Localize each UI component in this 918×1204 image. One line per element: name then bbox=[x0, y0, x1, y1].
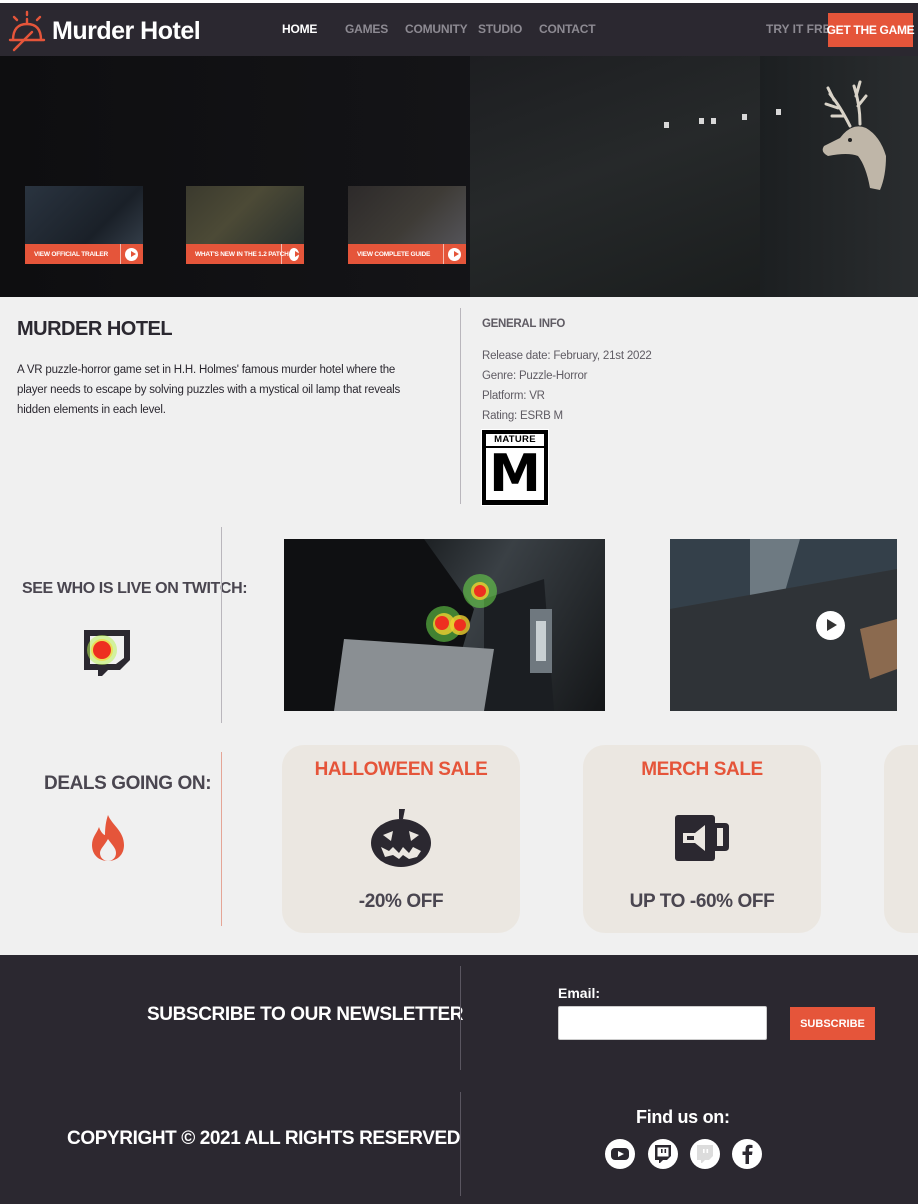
deal-discount: UP TO -60% OFF bbox=[629, 891, 775, 912]
top-navbar: Murder Hotel HOME GAMES COMUNITY STUDIO … bbox=[0, 0, 918, 56]
twitch-divider bbox=[221, 527, 222, 723]
get-the-game-button[interactable]: GET THE GAME bbox=[827, 13, 915, 47]
newsletter-title: SUBSCRIBE TO OUR NEWSLETTER bbox=[147, 1004, 464, 1025]
email-label: Email: bbox=[558, 985, 601, 1001]
mug-icon bbox=[675, 815, 729, 861]
game-title: MURDER HOTEL bbox=[17, 318, 173, 340]
esrb-letter: M bbox=[486, 448, 544, 500]
fire-icon bbox=[92, 815, 124, 861]
release-date: Release date: February, 21st 2022 bbox=[482, 350, 652, 362]
guide-bar: VIEW COMPLETE GUIDE bbox=[348, 244, 466, 264]
stream-preview[interactable] bbox=[670, 539, 897, 711]
platform: Platform: VR bbox=[482, 390, 545, 402]
play-icon[interactable] bbox=[125, 247, 138, 261]
divider bbox=[281, 244, 282, 264]
play-icon[interactable] bbox=[448, 247, 461, 261]
logo[interactable]: Murder Hotel bbox=[8, 9, 201, 53]
footer-divider bbox=[460, 1092, 461, 1196]
guide-label: VIEW COMPLETE GUIDE bbox=[357, 250, 431, 258]
trailer-bar: VIEW OFFICIAL TRAILER bbox=[25, 244, 143, 264]
patch-bar: WHAT'S NEW IN THE 1.2 PATCH bbox=[186, 244, 304, 264]
live-stream-preview[interactable] bbox=[284, 539, 605, 711]
subscribe-button[interactable]: SUBSCRIBE bbox=[790, 1007, 875, 1040]
genre: Genre: Puzzle-Horror bbox=[482, 370, 588, 382]
stream-scene-image bbox=[284, 539, 554, 711]
divider bbox=[120, 244, 121, 264]
ceiling-light bbox=[742, 114, 747, 120]
deal-title: MERCH SALE bbox=[641, 759, 763, 780]
game-description: A VR puzzle-horror game set in H.H. Holm… bbox=[17, 364, 401, 416]
copyright: COPYRIGHT © 2021 ALL RIGHTS RESERVED bbox=[67, 1128, 461, 1149]
twitch-icon[interactable] bbox=[690, 1139, 720, 1169]
general-info-title: GENERAL INFO bbox=[482, 318, 566, 330]
deals-section-label: DEALS GOING ON: bbox=[44, 773, 212, 794]
deer-trophy-image bbox=[822, 80, 886, 190]
twitch-icon[interactable] bbox=[648, 1139, 678, 1169]
hero-banner: VIEW OFFICIAL TRAILER WHAT'S NEW IN THE … bbox=[0, 56, 918, 297]
divider bbox=[443, 244, 444, 264]
play-icon[interactable] bbox=[816, 611, 845, 640]
deal-discount: -20% OFF bbox=[358, 891, 444, 912]
halloween-sale-card[interactable]: HALLOWEEN SALE -20% OFF bbox=[282, 745, 520, 933]
logo-text: Murder Hotel bbox=[52, 16, 201, 45]
youtube-icon[interactable] bbox=[605, 1139, 635, 1169]
ceiling-light bbox=[711, 118, 716, 124]
hotel-bell-logo-icon bbox=[8, 10, 46, 52]
play-icon[interactable] bbox=[288, 247, 301, 261]
merch-sale-card[interactable]: MERCH SALE UP TO -60% OFF bbox=[583, 745, 821, 933]
footer bbox=[0, 955, 918, 1204]
nav-home[interactable]: HOME bbox=[282, 22, 317, 36]
twitch-section-label: SEE WHO IS LIVE ON TWITCH: bbox=[22, 580, 248, 597]
rating: Rating: ESRB M bbox=[482, 410, 563, 422]
esrb-mature-badge: MATURE M bbox=[481, 429, 549, 506]
ceiling-light bbox=[699, 118, 704, 124]
info-divider bbox=[460, 308, 461, 504]
guide-thumbnail[interactable]: VIEW COMPLETE GUIDE bbox=[348, 186, 466, 264]
deal-card-partial[interactable] bbox=[884, 745, 918, 933]
nav-contact[interactable]: CONTACT bbox=[539, 22, 596, 36]
deal-title: HALLOWEEN SALE bbox=[314, 759, 488, 780]
find-us-title: Find us on: bbox=[636, 1107, 730, 1127]
deals-divider bbox=[221, 752, 222, 926]
ceiling-light bbox=[664, 122, 669, 128]
trailer-label: VIEW OFFICIAL TRAILER bbox=[34, 250, 109, 258]
nav-comunity[interactable]: COMUNITY bbox=[405, 22, 468, 36]
stream-scene-image bbox=[670, 539, 897, 711]
twitch-logo-icon[interactable] bbox=[80, 626, 134, 678]
nav-studio[interactable]: STUDIO bbox=[478, 22, 522, 36]
patch-label: WHAT'S NEW IN THE 1.2 PATCH bbox=[195, 250, 289, 258]
facebook-icon[interactable] bbox=[732, 1139, 762, 1169]
patch-notes-thumbnail[interactable]: WHAT'S NEW IN THE 1.2 PATCH bbox=[186, 186, 304, 264]
ceiling-light bbox=[776, 109, 781, 115]
pumpkin-icon bbox=[371, 809, 431, 867]
nav-games[interactable]: GAMES bbox=[345, 22, 388, 36]
trailer-thumbnail[interactable]: VIEW OFFICIAL TRAILER bbox=[25, 186, 143, 264]
email-input[interactable] bbox=[558, 1006, 767, 1040]
footer-divider bbox=[460, 966, 461, 1070]
